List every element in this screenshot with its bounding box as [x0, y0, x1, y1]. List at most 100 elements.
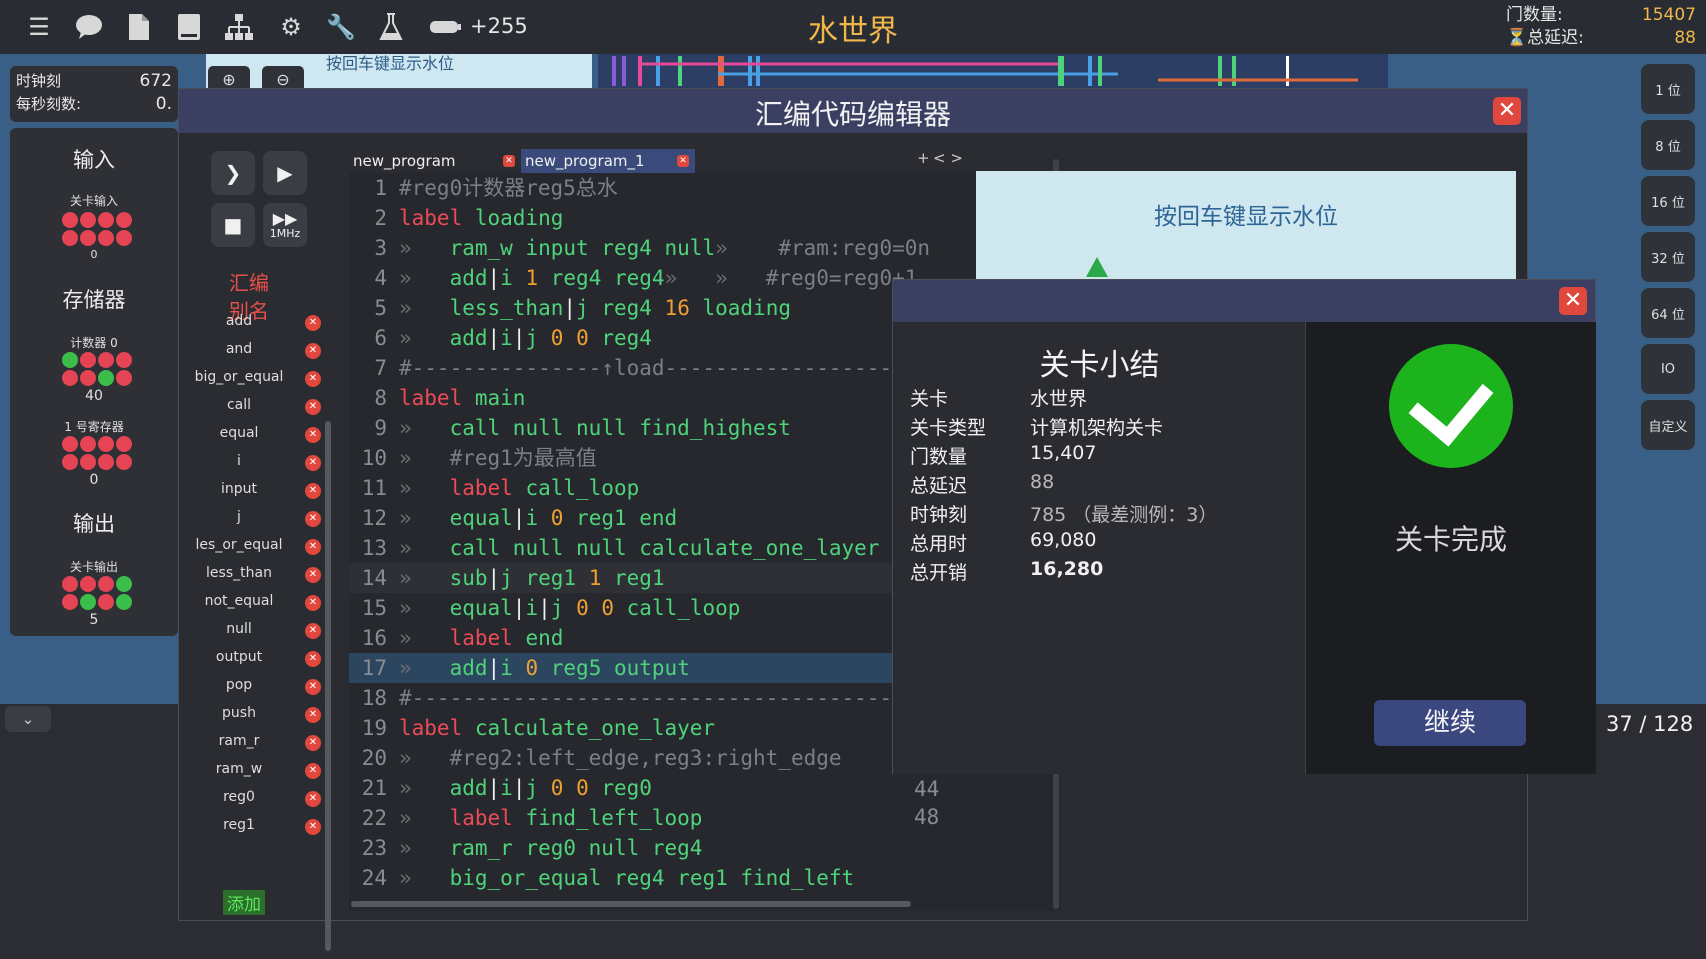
delete-alias-icon[interactable]: ✕ [305, 651, 321, 667]
delete-alias-icon[interactable]: ✕ [305, 707, 321, 723]
delete-alias-icon[interactable]: ✕ [305, 595, 321, 611]
code-token: » [399, 326, 450, 350]
register-value: 0 [89, 472, 99, 488]
gear-icon[interactable]: ⚙ [274, 10, 308, 44]
code-line[interactable]: 1 #reg0计数器reg5总水 [349, 173, 1061, 203]
clock-panel: 时钟刻 672 每秒刻数: 0. [10, 66, 178, 122]
rate-value: 0. [155, 94, 172, 114]
delete-alias-icon[interactable]: ✕ [305, 735, 321, 751]
add-alias-button[interactable]: 添加 [223, 890, 265, 915]
delete-alias-icon[interactable]: ✕ [305, 539, 321, 555]
code-token: find_left_loop [525, 806, 703, 830]
bit-1-button[interactable]: 1 位 [1641, 64, 1695, 114]
delete-alias-icon[interactable]: ✕ [305, 623, 321, 639]
alias-item[interactable]: null [189, 621, 289, 637]
register-bits[interactable] [62, 436, 132, 470]
collapse-button[interactable]: ⌄ [5, 706, 51, 732]
line-number: 21 [361, 776, 387, 800]
level-input-bits[interactable] [62, 212, 132, 246]
alias-item[interactable]: les_or_equal [189, 537, 289, 553]
hierarchy-icon[interactable] [222, 10, 256, 44]
code-token: » [399, 506, 450, 530]
bit-32-button[interactable]: 32 位 [1641, 232, 1695, 282]
code-line[interactable]: 2 label loading [349, 203, 1061, 233]
code-line[interactable]: 3» ram_w input reg4 null» #ram:reg0=0n [349, 233, 1061, 263]
delete-alias-icon[interactable]: ✕ [305, 371, 321, 387]
tab-close-icon[interactable]: ✕ [677, 155, 689, 167]
alias-item[interactable]: equal [189, 425, 289, 441]
chat-icon[interactable] [72, 10, 106, 44]
level-output-bits[interactable] [62, 576, 132, 610]
code-line[interactable]: 24 » big_or_equal reg4 reg1 find_left [349, 863, 1061, 893]
tab-scroll-arrows[interactable]: < > [933, 149, 963, 167]
code-token: null [512, 416, 577, 440]
tab-close-icon[interactable]: ✕ [503, 155, 515, 167]
line-number: 3 [374, 236, 387, 260]
continue-button[interactable]: 继续 [1374, 700, 1526, 746]
delete-alias-icon[interactable]: ✕ [305, 455, 321, 471]
fast-forward-button[interactable]: ▶▶ 1MHz [263, 203, 307, 247]
code-token: reg4 [601, 326, 652, 350]
delete-alias-icon[interactable]: ✕ [305, 567, 321, 583]
alias-item[interactable]: output [189, 649, 289, 665]
alias-item[interactable]: push [189, 705, 289, 721]
menu-icon[interactable]: ☰ [22, 10, 56, 44]
delete-alias-icon[interactable]: ✕ [305, 427, 321, 443]
io-button[interactable]: IO [1641, 344, 1695, 394]
code-token: i [500, 656, 526, 680]
code-token: i [500, 266, 526, 290]
delete-alias-icon[interactable]: ✕ [305, 791, 321, 807]
tab-new-program[interactable]: new_program ✕ [349, 149, 521, 173]
alias-scrollbar[interactable] [325, 421, 331, 951]
step-button[interactable]: ❯ [211, 151, 255, 195]
code-token: ram_w [449, 236, 526, 260]
bit-8-button[interactable]: 8 位 [1641, 120, 1695, 170]
alias-item[interactable]: add [189, 313, 289, 329]
alias-item[interactable]: reg1 [189, 817, 289, 833]
summary-row-value: 785 （最差测例：3） [1030, 504, 1218, 526]
bit-64-button[interactable]: 64 位 [1641, 288, 1695, 338]
alias-item[interactable]: pop [189, 677, 289, 693]
delete-alias-icon[interactable]: ✕ [305, 679, 321, 695]
file-icon[interactable] [122, 10, 156, 44]
counter-bits[interactable] [62, 352, 132, 386]
new-tab-button[interactable]: + [917, 149, 930, 167]
alias-item[interactable]: and [189, 341, 289, 357]
delete-alias-icon[interactable]: ✕ [305, 343, 321, 359]
play-button[interactable]: ▶ [263, 151, 307, 195]
code-token: » [399, 746, 450, 770]
alias-item[interactable]: big_or_equal [189, 369, 289, 385]
delete-alias-icon[interactable]: ✕ [305, 483, 321, 499]
alias-item[interactable]: reg0 [189, 789, 289, 805]
alias-item[interactable]: less_than [189, 565, 289, 581]
delete-alias-icon[interactable]: ✕ [305, 819, 321, 835]
flask-icon[interactable] [374, 10, 408, 44]
delete-alias-icon[interactable]: ✕ [305, 399, 321, 415]
stop-button[interactable]: ■ [211, 203, 255, 247]
alias-item[interactable]: input [189, 481, 289, 497]
code-line[interactable]: 21» add|i|j 0 0 reg0 [349, 773, 1061, 803]
level-summary-dialog: ✕ 关卡小结 关卡 水世界 关卡类型 计算机架构关卡 门数量 15,407 总延迟 88 时钟刻… [892, 279, 1596, 774]
bit-16-button[interactable]: 16 位 [1641, 176, 1695, 226]
alias-item[interactable]: i [189, 453, 289, 469]
book-icon[interactable] [172, 10, 206, 44]
code-line[interactable]: 23 » ram_r reg0 null reg4 [349, 833, 1061, 863]
delete-alias-icon[interactable]: ✕ [305, 763, 321, 779]
code-token: equal [449, 506, 513, 530]
code-token: equal [449, 596, 513, 620]
editor-close-button[interactable]: ✕ [1493, 97, 1521, 125]
code-line[interactable]: 22 » label find_left_loop [349, 803, 1061, 833]
alias-item[interactable]: j [189, 509, 289, 525]
alias-item[interactable]: call [189, 397, 289, 413]
alias-item[interactable]: not_equal [189, 593, 289, 609]
wrench-icon[interactable]: 🔧 [324, 10, 358, 44]
fast-forward-icon: ▶▶ [272, 208, 298, 228]
custom-button[interactable]: 自定义 [1641, 400, 1695, 450]
alias-item[interactable]: ram_r [189, 733, 289, 749]
code-horizontal-scrollbar[interactable] [351, 901, 911, 907]
delete-alias-icon[interactable]: ✕ [305, 511, 321, 527]
alias-item[interactable]: ram_w [189, 761, 289, 777]
tab-new-program-1[interactable]: new_program_1 ✕ [521, 149, 695, 173]
summary-close-button[interactable]: ✕ [1559, 287, 1587, 315]
delete-alias-icon[interactable]: ✕ [305, 315, 321, 331]
